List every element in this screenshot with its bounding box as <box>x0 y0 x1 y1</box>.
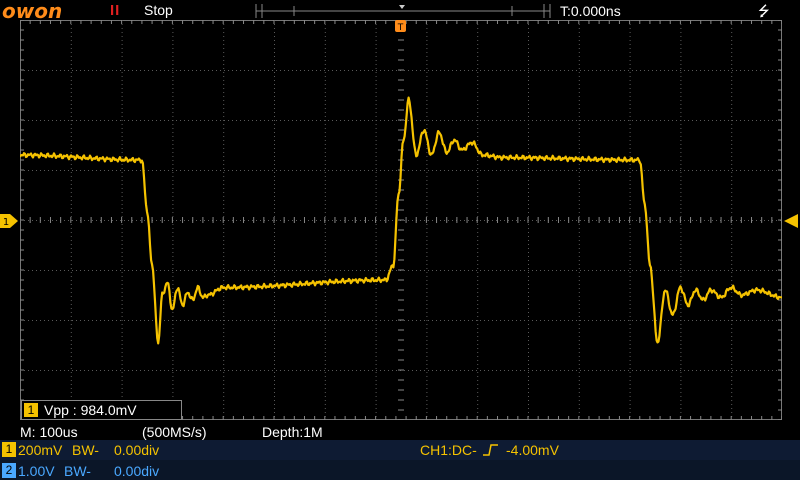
graticule <box>20 20 782 420</box>
rising-edge-icon <box>483 444 498 456</box>
ch1-info-row[interactable]: 1 200mV BW- 0.00div CH1:DC- -4.00mV <box>0 440 800 460</box>
acquisition-status: Stop <box>144 2 173 18</box>
bottom-info-panel: M: 100us (500MS/s) Depth:1M 1 200mV BW- … <box>0 422 800 480</box>
vpp-value: Vpp : 984.0mV <box>44 402 137 418</box>
measurement-readout[interactable]: 1 Vpp : 984.0mV <box>21 400 182 420</box>
trigger-position-icon[interactable]: T <box>395 20 407 34</box>
timebase-scale[interactable]: M: 100us <box>20 424 78 440</box>
svg-text:1: 1 <box>3 217 9 228</box>
ch1-ground-marker-icon[interactable]: 1 <box>0 214 20 228</box>
trigger-time-position: T:0.000ns <box>560 3 621 19</box>
timebase-row: M: 100us (500MS/s) Depth:1M <box>0 422 800 440</box>
ch2-offset: 0.00div <box>114 463 160 479</box>
ch2-scale: 1.00V <box>18 463 55 479</box>
waveform-display[interactable] <box>20 20 782 420</box>
trigger-source: CH1:DC- <box>420 442 477 458</box>
memory-depth[interactable]: Depth:1M <box>262 424 323 440</box>
top-status-bar: owon II Stop T:0.000ns ⭍ <box>0 0 800 23</box>
ch2-info-row[interactable]: 2 1.00V BW- 0.00div <box>0 460 800 480</box>
trigger-level: -4.00mV <box>506 442 559 458</box>
ch2-bw: BW- <box>64 463 91 479</box>
memory-position-bar[interactable] <box>254 2 552 20</box>
run-stop-indicator[interactable]: II <box>110 2 120 19</box>
ch1-bw: BW- <box>72 442 99 458</box>
measure-channel-badge: 1 <box>24 403 38 417</box>
memory-pointer-icon <box>399 5 405 9</box>
svg-text:T: T <box>397 23 404 33</box>
ch2-badge: 2 <box>2 463 16 478</box>
ch1-badge: 1 <box>2 442 16 457</box>
trigger-level-marker-icon[interactable] <box>784 214 800 228</box>
ch1-offset: 0.00div <box>114 442 160 458</box>
ch1-scale: 200mV <box>18 442 63 458</box>
sample-rate: (500MS/s) <box>142 424 207 440</box>
